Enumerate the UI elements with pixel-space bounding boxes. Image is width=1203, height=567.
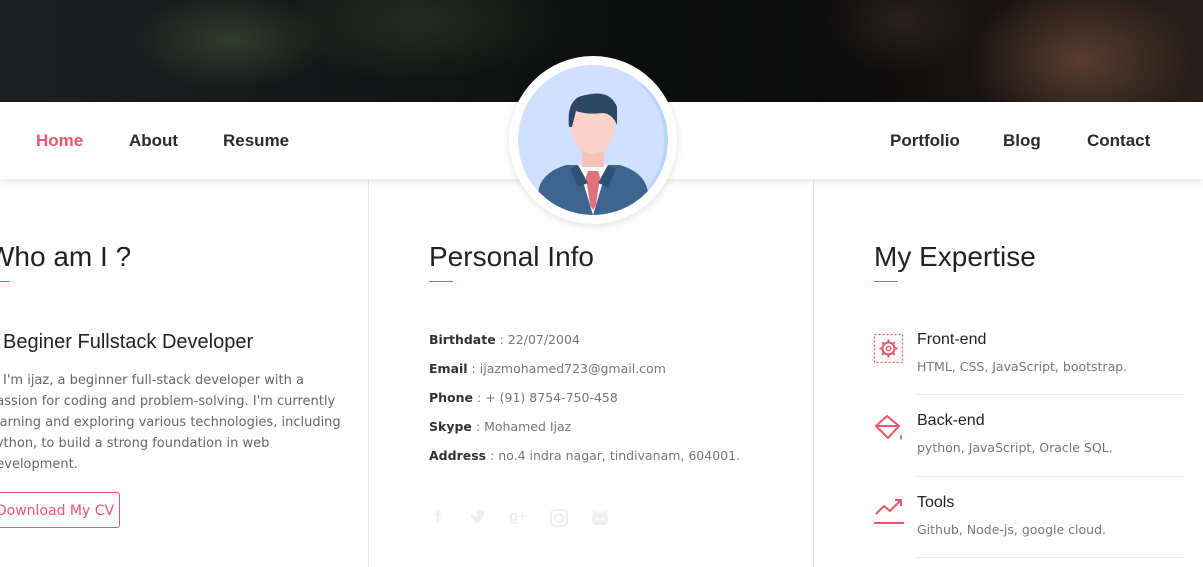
nav-contact[interactable]: Contact bbox=[1087, 131, 1150, 151]
nav-resume[interactable]: Resume bbox=[223, 131, 289, 151]
bio-line: learning and exploring various technolog… bbox=[0, 415, 341, 430]
info-label: Skype bbox=[429, 419, 472, 434]
info-value: ijazmohamed723@gmail.com bbox=[479, 361, 666, 376]
expertise-item-desc: HTML, CSS, JavaScript, bootstrap. bbox=[917, 359, 1128, 374]
expertise-divider bbox=[917, 476, 1183, 477]
about-title: Who am I ? bbox=[0, 241, 132, 272]
info-label: Email bbox=[429, 361, 468, 376]
info-email: Email : ijazmohamed723@gmail.com bbox=[429, 361, 666, 376]
person-icon bbox=[518, 65, 668, 215]
column-divider bbox=[368, 179, 369, 567]
expertise-divider bbox=[917, 557, 1183, 558]
avatar-image bbox=[518, 65, 668, 215]
twitter-icon[interactable] bbox=[468, 508, 488, 528]
expertise-item-title: Front-end bbox=[917, 331, 987, 348]
info-value: Mohamed Ijaz bbox=[484, 419, 572, 434]
expertise-item-desc: python, JavaScript, Oracle SQL. bbox=[917, 440, 1113, 455]
column-divider bbox=[813, 179, 814, 567]
google-plus-icon[interactable]: g+ bbox=[508, 508, 528, 528]
bio-line: passion for coding and problem-solving. … bbox=[0, 394, 336, 409]
about-subtitle: Beginer Fullstack Developer bbox=[3, 331, 254, 353]
info-label: Phone bbox=[429, 390, 474, 405]
expertise-title: My Expertise bbox=[874, 241, 1036, 272]
expertise-item-desc: Github, Node-js, google cloud. bbox=[917, 522, 1106, 537]
info-value: 22/07/2004 bbox=[507, 332, 580, 347]
expertise-underline bbox=[874, 281, 898, 282]
bio-line: Python, to build a strong foundation in … bbox=[0, 436, 270, 451]
github-icon[interactable] bbox=[590, 508, 610, 528]
info-skype: Skype : Mohamed Ijaz bbox=[429, 419, 572, 434]
gear-icon bbox=[873, 331, 905, 364]
info-value: no.4 indra nagar, tindivanam, 604001. bbox=[498, 448, 741, 463]
info-value: + (91) 8754-750-458 bbox=[485, 390, 618, 405]
expertise-item-title: Tools bbox=[917, 494, 955, 511]
paint-bucket-icon bbox=[873, 412, 905, 444]
about-bio: I'm ijaz, a beginner full-stack develope… bbox=[0, 370, 341, 475]
bio-line: development. bbox=[0, 457, 78, 472]
nav-home[interactable]: Home bbox=[36, 131, 83, 151]
nav-about[interactable]: About bbox=[129, 131, 178, 151]
info-address: Address : no.4 indra nagar, tindivanam, … bbox=[429, 448, 741, 463]
facebook-icon[interactable]: f bbox=[428, 508, 448, 528]
download-cv-button[interactable]: Download My CV bbox=[0, 492, 120, 528]
personal-info-underline bbox=[429, 281, 453, 282]
avatar bbox=[509, 56, 677, 224]
personal-info-title: Personal Info bbox=[429, 241, 594, 272]
info-label: Address bbox=[429, 448, 487, 463]
nav-blog[interactable]: Blog bbox=[1003, 131, 1041, 151]
nav-portfolio[interactable]: Portfolio bbox=[890, 131, 960, 151]
info-phone: Phone : + (91) 8754-750-458 bbox=[429, 390, 618, 405]
bio-line: I'm ijaz, a beginner full-stack develope… bbox=[3, 373, 304, 388]
expertise-divider bbox=[917, 394, 1183, 395]
expertise-item-title: Back-end bbox=[917, 412, 985, 429]
info-label: Birthdate bbox=[429, 332, 496, 347]
trending-up-icon bbox=[873, 494, 905, 526]
info-birthdate: Birthdate : 22/07/2004 bbox=[429, 332, 580, 347]
about-underline bbox=[0, 281, 10, 282]
instagram-icon[interactable] bbox=[549, 508, 569, 528]
